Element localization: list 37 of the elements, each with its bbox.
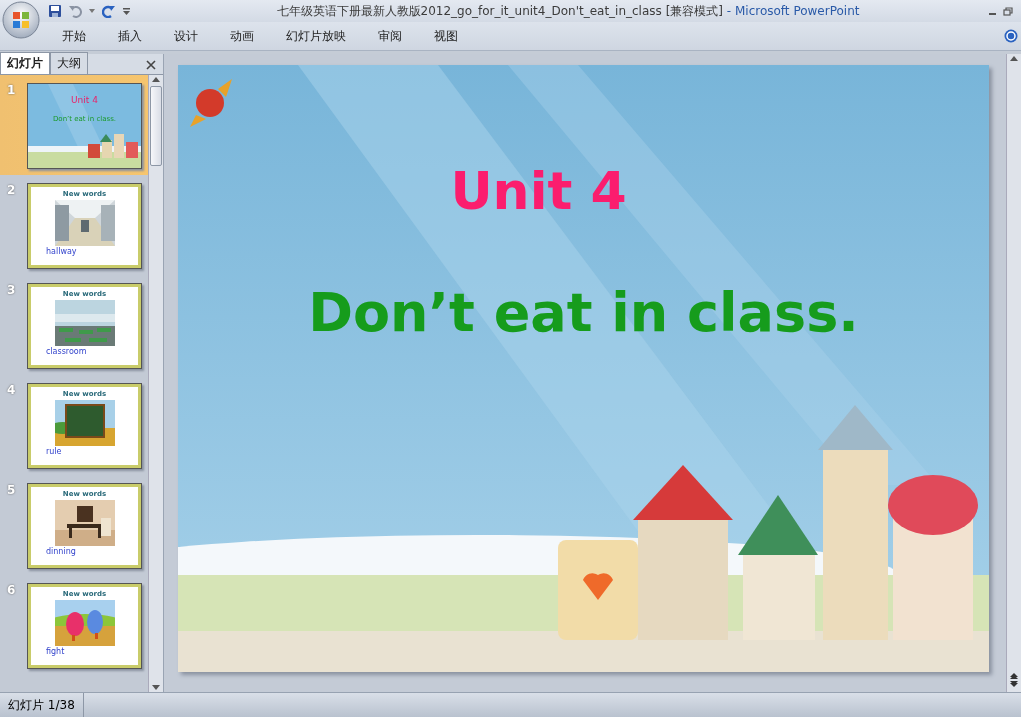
- ribbon-tab[interactable]: 设计: [158, 27, 214, 45]
- ribbon-tab[interactable]: 插入: [102, 27, 158, 45]
- close-icon[interactable]: [145, 59, 157, 71]
- slide-number: 4: [6, 383, 17, 399]
- previous-slide-icon[interactable]: [1009, 673, 1019, 680]
- vocabulary-word: hallway: [46, 247, 77, 256]
- panel-tab[interactable]: 大纲: [50, 52, 88, 74]
- ribbon-tab[interactable]: 审阅: [362, 27, 418, 45]
- app-name: - Microsoft PowerPoint: [725, 3, 860, 18]
- dropdown-icon[interactable]: [88, 7, 96, 15]
- slide-number: 2: [6, 183, 17, 199]
- slide-subtitle: Don’t eat in class.: [308, 281, 859, 344]
- panel-tab[interactable]: 幻灯片: [0, 52, 50, 74]
- vocabulary-word: fight: [46, 647, 65, 656]
- vocabulary-word: dinning: [46, 547, 76, 556]
- vocabulary-word: rule: [46, 447, 62, 456]
- next-slide-icon[interactable]: [1009, 680, 1019, 688]
- scroll-up-icon[interactable]: [1009, 54, 1019, 63]
- slide-number: 3: [6, 283, 17, 299]
- help-icon[interactable]: [1004, 29, 1018, 43]
- slide-counter: 幻灯片 1/38: [0, 693, 84, 717]
- save-icon[interactable]: [48, 4, 62, 18]
- scroll-thumb[interactable]: [150, 86, 162, 166]
- slide-number: 6: [6, 583, 17, 599]
- restore-icon[interactable]: [1003, 6, 1013, 16]
- customize-icon[interactable]: [122, 6, 131, 16]
- slide-title: Unit 4: [450, 161, 627, 221]
- slide-number: 5: [6, 483, 17, 499]
- slide-title: Unit 4: [71, 95, 98, 105]
- vocabulary-word: classroom: [46, 347, 87, 356]
- ribbon-tab[interactable]: 幻灯片放映: [270, 27, 362, 45]
- window-title: 七年级英语下册最新人教版2012_go_for_it_unit4_Don't_eat_in_class [兼容模式] - Microsoft PowerPoint: [275, 2, 861, 20]
- slide-number: 1: [6, 83, 17, 99]
- ribbon-tab[interactable]: 动画: [214, 27, 270, 45]
- ribbon-tab[interactable]: 视图: [418, 27, 474, 45]
- ribbon-tab[interactable]: 开始: [46, 27, 102, 45]
- redo-icon[interactable]: [102, 4, 116, 18]
